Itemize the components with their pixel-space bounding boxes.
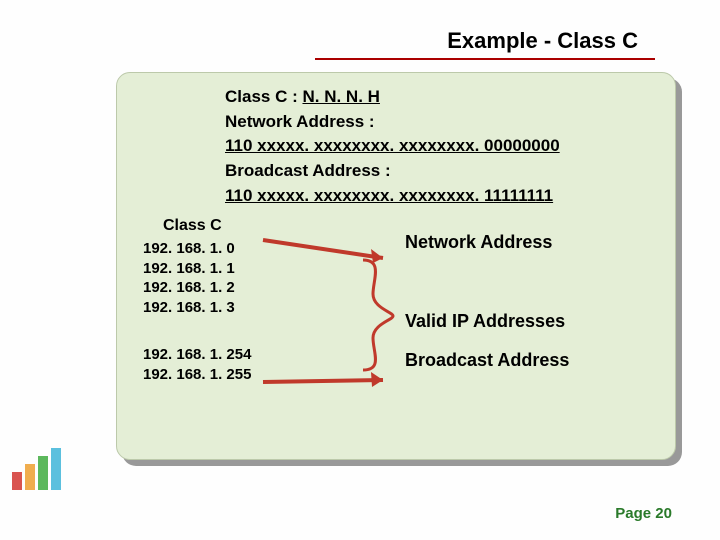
- def-classc: Class C : N. N. N. H: [225, 85, 657, 110]
- ip-addr: 192. 168. 1. 1: [143, 259, 657, 279]
- lower-block: Class C 192. 168. 1. 0 192. 168. 1. 1 19…: [135, 216, 657, 384]
- label-broadcast: Broadcast Address: [405, 350, 569, 371]
- label-network: Network Address: [405, 232, 569, 253]
- def-broadcast-label: Broadcast Address :: [225, 159, 657, 184]
- definitions-block: Class C : N. N. N. H Network Address : 1…: [225, 85, 657, 208]
- page-number: Page 20: [615, 505, 672, 522]
- title-underline: [315, 58, 655, 60]
- bars-logo-icon: [10, 444, 74, 492]
- ip-addr: 192. 168. 1. 254: [143, 345, 657, 365]
- ip-block: Class C 192. 168. 1. 0 192. 168. 1. 1 19…: [135, 216, 657, 384]
- ip-addr: 192. 168. 1. 255: [143, 365, 657, 385]
- def-broadcast-value: 110 xxxxx. xxxxxxxx. xxxxxxxx. 11111111: [225, 184, 657, 209]
- ip-addr: 192. 168. 1. 0: [143, 239, 657, 259]
- content-panel: Class C : N. N. N. H Network Address : 1…: [116, 72, 676, 460]
- def-classc-value: N. N. N. H: [302, 87, 379, 106]
- labels-column: Network Address Valid IP Addresses Broad…: [405, 216, 569, 371]
- def-classc-label: Class C :: [225, 87, 302, 106]
- ip-addr: 192. 168. 1. 2: [143, 278, 657, 298]
- def-network-label: Network Address :: [225, 110, 657, 135]
- label-valid: Valid IP Addresses: [405, 311, 569, 332]
- ip-addr: 192. 168. 1. 3: [143, 298, 657, 318]
- def-network-value: 110 xxxxx. xxxxxxxx. xxxxxxxx. 00000000: [225, 134, 657, 159]
- ip-list-bottom: 192. 168. 1. 254 192. 168. 1. 255: [135, 345, 657, 384]
- slide-title: Example - Class C: [447, 28, 638, 54]
- ip-list-top: 192. 168. 1. 0 192. 168. 1. 1 192. 168. …: [135, 239, 657, 317]
